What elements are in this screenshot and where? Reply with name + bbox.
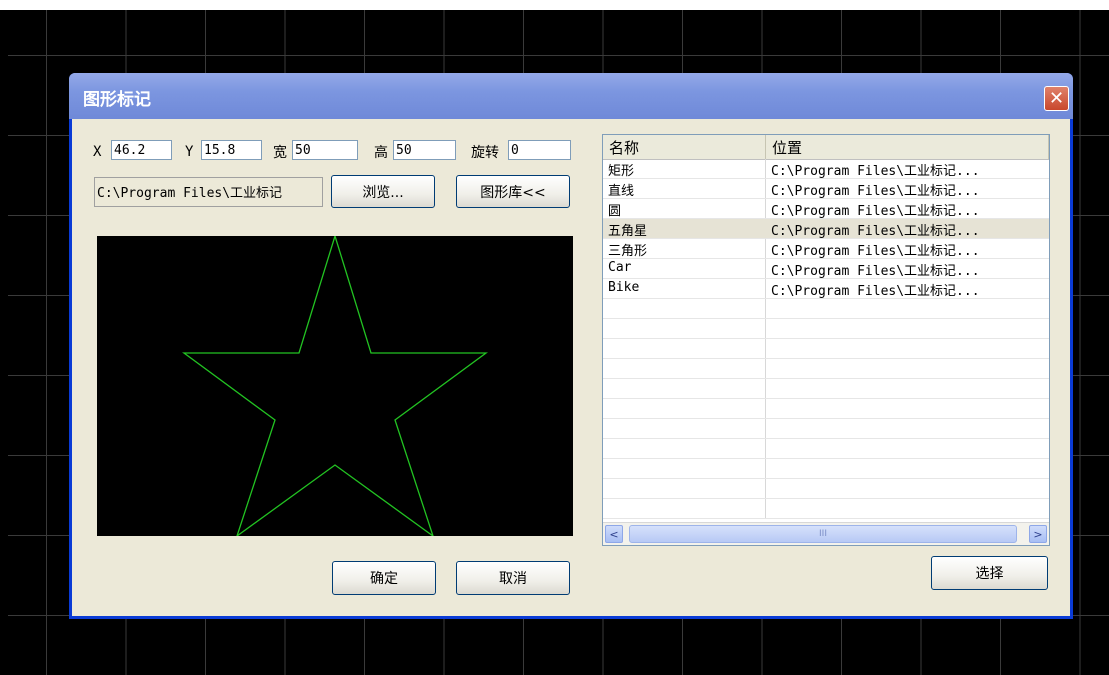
empty-row <box>603 479 1049 499</box>
list-item[interactable]: Bike C:\Program Files\工业标记... <box>603 279 1049 299</box>
row-name: 矩形 <box>608 164 635 179</box>
row-path: C:\Program Files\工业标记... <box>771 244 980 259</box>
width-label: 宽 <box>273 145 287 161</box>
y-input[interactable] <box>201 140 262 160</box>
empty-row <box>603 419 1049 439</box>
browse-button[interactable]: 浏览... <box>331 175 435 208</box>
horizontal-scrollbar[interactable]: < III > <box>603 522 1049 545</box>
height-label: 高 <box>374 145 388 161</box>
dialog-titlebar[interactable]: 图形标记 ✕ <box>69 73 1073 119</box>
close-button[interactable]: ✕ <box>1044 86 1069 111</box>
scroll-left-button[interactable]: < <box>605 525 623 543</box>
empty-row <box>603 319 1049 339</box>
empty-row <box>603 299 1049 319</box>
row-path: C:\Program Files\工业标记... <box>771 164 980 179</box>
row-path: C:\Program Files\工业标记... <box>771 184 980 199</box>
empty-row <box>603 459 1049 479</box>
row-name: 直线 <box>608 184 635 199</box>
x-input[interactable] <box>111 140 172 160</box>
ok-button[interactable]: 确定 <box>332 561 436 595</box>
grip-icon: III <box>819 529 827 539</box>
list-item-selected[interactable]: 五角星 C:\Program Files\工业标记... <box>603 219 1049 239</box>
cancel-button[interactable]: 取消 <box>456 561 570 595</box>
close-icon: ✕ <box>1048 87 1065 109</box>
scroll-right-button[interactable]: > <box>1029 525 1047 543</box>
row-name: 三角形 <box>608 244 648 259</box>
column-header-location[interactable]: 位置 <box>766 135 1049 159</box>
row-name: 五角星 <box>608 224 648 239</box>
row-path: C:\Program Files\工业标记... <box>771 224 980 239</box>
empty-row <box>603 379 1049 399</box>
row-path: C:\Program Files\工业标记... <box>771 284 980 299</box>
list-item[interactable]: 三角形 C:\Program Files\工业标记... <box>603 239 1049 259</box>
empty-row <box>603 439 1049 459</box>
empty-row <box>603 359 1049 379</box>
shape-preview <box>97 233 573 538</box>
row-name: 圆 <box>608 204 622 219</box>
star-shape <box>182 233 488 538</box>
row-path: C:\Program Files\工业标记... <box>771 264 980 279</box>
shape-list[interactable]: 名称 位置 矩形 C:\Program Files\工业标记... 直线 C:\… <box>602 134 1050 546</box>
list-item[interactable]: 直线 C:\Program Files\工业标记... <box>603 179 1049 199</box>
list-item[interactable]: Car C:\Program Files\工业标记... <box>603 259 1049 279</box>
rotate-input[interactable] <box>508 140 571 160</box>
chevron-left-icon: < <box>609 527 619 541</box>
row-name: Bike <box>608 280 640 295</box>
row-path: C:\Program Files\工业标记... <box>771 204 980 219</box>
height-input[interactable] <box>393 140 456 160</box>
list-item[interactable]: 圆 C:\Program Files\工业标记... <box>603 199 1049 219</box>
empty-row <box>603 499 1049 519</box>
dialog-title: 图形标记 <box>83 90 151 110</box>
rotate-label: 旋转 <box>471 145 499 161</box>
y-label: Y <box>185 144 194 160</box>
chevron-right-icon: > <box>1033 527 1043 541</box>
column-header-name[interactable]: 名称 <box>603 135 766 159</box>
width-input[interactable] <box>292 140 358 160</box>
scrollbar-thumb[interactable]: III <box>629 525 1017 543</box>
shape-mark-dialog: 图形标记 ✕ X Y 宽 高 旋转 C:\Program Files\工业标记 … <box>69 73 1073 619</box>
list-item[interactable]: 矩形 C:\Program Files\工业标记... <box>603 159 1049 179</box>
star-preview-graphic <box>182 233 488 538</box>
select-button[interactable]: 选择 <box>931 556 1048 590</box>
row-name: Car <box>608 260 632 275</box>
x-label: X <box>93 144 102 160</box>
list-header: 名称 位置 <box>603 135 1049 160</box>
empty-row <box>603 339 1049 359</box>
shape-library-button[interactable]: 图形库<< <box>456 175 570 208</box>
screen-top-strip <box>0 0 1109 10</box>
empty-row <box>603 399 1049 419</box>
file-path-display: C:\Program Files\工业标记 <box>94 177 323 207</box>
